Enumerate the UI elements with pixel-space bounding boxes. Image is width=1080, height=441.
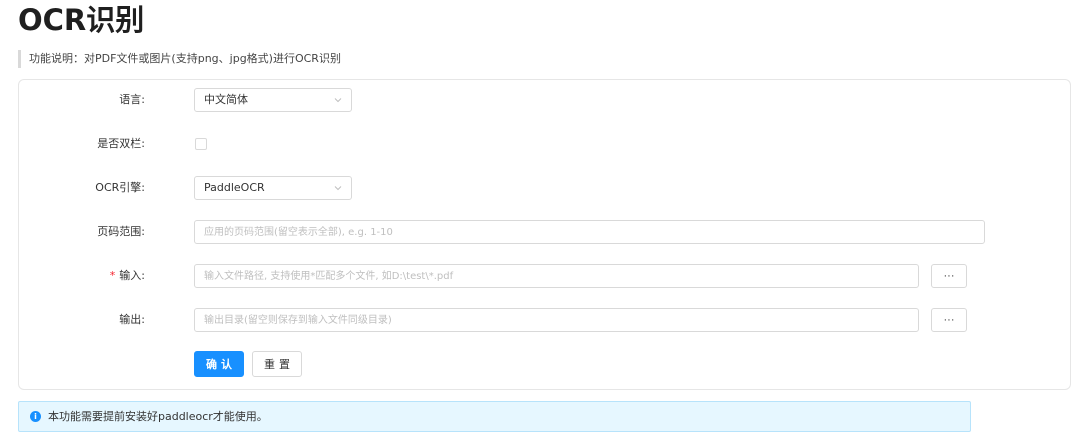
page-description: 功能说明：对PDF文件或图片(支持png、jpg格式)进行OCR识别 [18,50,341,68]
confirm-button[interactable]: 确认 [194,351,244,377]
info-icon: i [30,411,41,422]
engine-label: OCR引擎: [95,181,145,194]
reset-button[interactable]: 重置 [252,351,302,377]
chevron-down-icon [334,186,342,191]
ocr-form-card: 语言: 中文简体 是否双栏: OCR引擎: PaddleOCR 页码范围: *输… [18,79,1071,390]
language-label: 语言: [119,93,145,106]
info-alert: i 本功能需要提前安装好paddleocr才能使用。 [18,401,971,432]
input-path-field[interactable] [194,264,919,288]
input-label-text: 输入: [119,269,145,282]
double-column-label: 是否双栏: [97,137,145,150]
page-title: OCR识别 [18,3,145,37]
double-column-checkbox[interactable] [195,138,207,150]
engine-select-value: PaddleOCR [204,181,265,194]
language-select-value: 中文简体 [204,93,248,106]
browse-input-button[interactable]: ··· [931,264,967,288]
alert-text: 本功能需要提前安装好paddleocr才能使用。 [48,410,268,423]
required-mark: * [109,269,116,282]
engine-select[interactable]: PaddleOCR [194,176,352,200]
page-range-label: 页码范围: [97,225,145,238]
page-range-input[interactable] [194,220,985,244]
input-label: * 输入: [19,266,145,286]
output-dir-field[interactable] [194,308,919,332]
output-label: 输出: [119,313,145,326]
language-select[interactable]: 中文简体 [194,88,352,112]
chevron-down-icon [334,98,342,103]
browse-output-button[interactable]: ··· [931,308,967,332]
